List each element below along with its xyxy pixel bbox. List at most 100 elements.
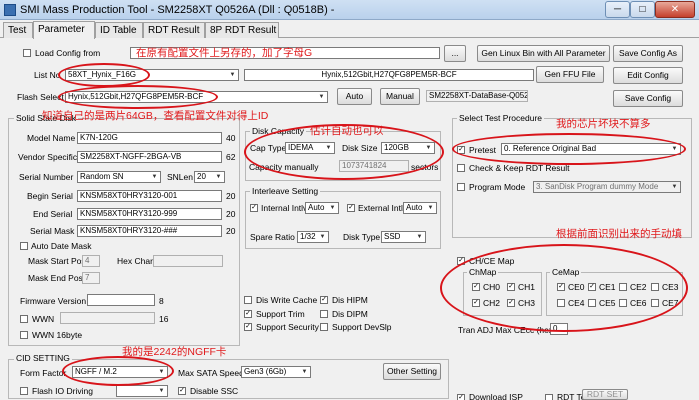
support-security-checkbox[interactable]: ✓ (244, 323, 252, 331)
ce6-checkbox[interactable] (619, 299, 627, 307)
tab-test[interactable]: Test (3, 22, 33, 38)
download-isp-checkbox[interactable]: ✓ (457, 394, 465, 400)
edit-config-button[interactable]: Edit Config (613, 67, 683, 84)
test-procedure-label: Select Test Procedure (457, 113, 544, 123)
ch1-label: CH1 (518, 282, 536, 292)
flash-select[interactable]: Hynix,512Gbit,H27QFG8PEM5R-BCF ▼ (65, 91, 328, 103)
chevron-down-icon: ▼ (215, 174, 222, 180)
dis-hipm-label: Dis HIPM (332, 295, 368, 305)
fw-version-input[interactable] (87, 294, 155, 306)
tab-8p-rdt-result[interactable]: 8P RDT Result (205, 22, 279, 38)
other-setting-button[interactable]: Other Setting (383, 363, 441, 380)
save-config-as-button[interactable]: Save Config As (613, 45, 683, 62)
ch3-label: CH3 (518, 298, 536, 308)
rdt-test-checkbox[interactable] (545, 394, 553, 400)
maximize-button[interactable]: □ (630, 1, 655, 18)
serial-mask-label: Serial Mask (30, 226, 75, 236)
flash-io-select[interactable]: ▼ (116, 385, 168, 397)
cap-type-select[interactable]: IDEMA ▼ (285, 142, 335, 154)
ce3-checkbox[interactable] (651, 283, 659, 291)
ch1-checkbox[interactable]: ✓ (507, 283, 515, 291)
serial-mask-input[interactable]: KNSM58XT0HRY3120-### (77, 225, 222, 237)
ce7-checkbox[interactable] (651, 299, 659, 307)
tab-parameter[interactable]: Parameter (33, 21, 95, 39)
load-config-checkbox[interactable] (23, 49, 31, 57)
pretest-checkbox[interactable]: ✓ (457, 146, 465, 154)
window-title: SMI Mass Production Tool - SM2258XT Q052… (20, 4, 335, 16)
internal-intlv-select[interactable]: Auto ▼ (305, 202, 339, 214)
begin-serial-input[interactable]: KNSM58XT0HRY3120-001 (77, 190, 222, 202)
spare-ratio-select[interactable]: 1/32 ▼ (297, 231, 329, 243)
cemap-label: CeMap (550, 267, 582, 277)
ch3-checkbox[interactable]: ✓ (507, 299, 515, 307)
gen-linux-bin-button[interactable]: Gen Linux Bin with All Parameter (477, 45, 610, 62)
chce-map-checkbox[interactable]: ✓ (457, 257, 465, 265)
flash-io-checkbox[interactable] (20, 387, 28, 395)
ce5-checkbox[interactable] (588, 299, 596, 307)
dis-write-cache-checkbox[interactable] (244, 296, 252, 304)
mask-end-input[interactable]: 7 (82, 272, 100, 284)
model-name-input[interactable]: K7N-120G (77, 132, 222, 144)
ch0-checkbox[interactable]: ✓ (472, 283, 480, 291)
serial-mode-select[interactable]: Random SN ▼ (77, 171, 161, 183)
dis-hipm-checkbox[interactable]: ✓ (320, 296, 328, 304)
serial-mask-len: 20 (226, 226, 236, 236)
serial-number-label: Serial Number (19, 172, 74, 182)
disk-type-select[interactable]: SSD ▼ (381, 231, 426, 243)
form-factor-select[interactable]: NGFF / M.2 ▼ (72, 366, 168, 378)
tab-id-table[interactable]: ID Table (95, 22, 143, 38)
ce5-label: CE5 (599, 298, 616, 308)
end-serial-label: End Serial (33, 209, 73, 219)
gen-ffu-button[interactable]: Gen FFU File (536, 66, 604, 83)
wwn16-checkbox[interactable] (20, 331, 28, 339)
pretest-select[interactable]: 0. Reference Original Bad ▼ (501, 143, 681, 155)
auto-date-checkbox[interactable] (20, 242, 28, 250)
rdt-set-button[interactable]: RDT SET (582, 389, 628, 400)
support-devslp-checkbox[interactable] (320, 323, 328, 331)
ch0-label: CH0 (483, 282, 501, 292)
external-intlv-select[interactable]: Auto ▼ (403, 202, 437, 214)
chevron-down-icon: ▼ (158, 388, 165, 394)
chevron-down-icon: ▼ (229, 72, 236, 78)
browse-button[interactable]: ... (444, 45, 466, 62)
list-no-select[interactable]: 58XT_Hynix_F16G ▼ (65, 69, 239, 81)
minimize-button[interactable]: ─ (605, 1, 630, 18)
internal-intlv-checkbox[interactable]: ✓ (250, 204, 258, 212)
disk-type-label: Disk Type (343, 232, 381, 242)
tab-rdt-result[interactable]: RDT Result (143, 22, 205, 38)
disk-size-select[interactable]: 120GB ▼ (381, 142, 435, 154)
chevron-down-icon: ▼ (319, 234, 326, 240)
check-keep-checkbox[interactable] (457, 164, 465, 172)
snlen-select[interactable]: 20 ▼ (194, 171, 225, 183)
program-mode-select[interactable]: 3. SanDisk Program dummy Mode ▼ (533, 181, 681, 193)
ch2-checkbox[interactable]: ✓ (472, 299, 480, 307)
ce0-checkbox[interactable]: ✓ (557, 283, 565, 291)
cemap-group (546, 272, 683, 316)
close-button[interactable]: ✕ (655, 1, 695, 18)
save-config-button[interactable]: Save Config (613, 90, 683, 107)
check-keep-label: Check & Keep RDT Result (469, 163, 570, 173)
program-mode-checkbox[interactable] (457, 183, 465, 191)
end-serial-input[interactable]: KNSM58XT0HRY3120-999 (77, 208, 222, 220)
support-trim-checkbox[interactable]: ✓ (244, 310, 252, 318)
ce4-checkbox[interactable] (557, 299, 565, 307)
manual-button[interactable]: Manual (380, 88, 420, 105)
dis-dipm-checkbox[interactable] (320, 310, 328, 318)
disable-ssc-label: Disable SSC (190, 386, 239, 396)
disable-ssc-checkbox[interactable]: ✓ (178, 387, 186, 395)
capacity-manually-input[interactable]: 1073741824 (339, 160, 409, 172)
mask-start-input[interactable]: 4 (82, 255, 100, 267)
database-field: SM2258XT-DataBase-Q0525 (426, 90, 528, 102)
ce1-checkbox[interactable]: ✓ (588, 283, 596, 291)
external-intlv-checkbox[interactable]: ✓ (347, 204, 355, 212)
wwn-checkbox[interactable] (20, 315, 28, 323)
external-intlv-label: External Intlv (358, 203, 408, 213)
vendor-input[interactable]: SM2258XT-NGFF-2BGA-VB (77, 151, 222, 163)
tran-adj-input[interactable]: 0 (550, 323, 568, 335)
hex-char-input[interactable] (153, 255, 223, 267)
max-sata-select[interactable]: Gen3 (6Gb) ▼ (241, 366, 311, 378)
model-name-len: 40 (226, 133, 236, 143)
wwn-input[interactable] (60, 312, 155, 324)
ce2-checkbox[interactable] (619, 283, 627, 291)
auto-button[interactable]: Auto (337, 88, 372, 105)
